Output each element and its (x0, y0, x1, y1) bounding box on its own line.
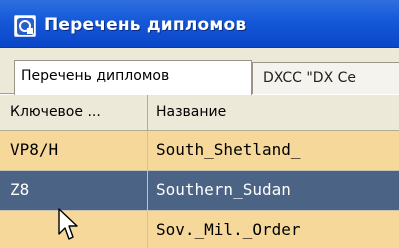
window-titlebar[interactable]: Перечень дипломов (0, 0, 399, 48)
tab-diploma-list[interactable]: Перечень дипломов (14, 60, 252, 95)
tab-dxcc[interactable]: DXCC "DX Ce (252, 62, 399, 94)
table-row-selected[interactable]: Z8 Southern_Sudan (0, 171, 399, 211)
cell-name[interactable]: South_Shetland_ (148, 131, 399, 171)
cell-key[interactable]: Z8 (0, 171, 148, 211)
cell-name[interactable]: Southern_Sudan (148, 171, 399, 211)
column-header-name[interactable]: Название (148, 95, 399, 131)
cell-key[interactable]: VP8/H (0, 131, 148, 171)
window-title: Перечень дипломов (44, 15, 247, 35)
app-window-icon[interactable] (14, 15, 36, 37)
cell-name[interactable]: Sov._Mil._Order (148, 211, 399, 248)
column-header-key[interactable]: Ключевое ... (0, 95, 148, 131)
table-row[interactable]: VP8/H South_Shetland_ (0, 131, 399, 171)
mouse-pointer-icon (58, 208, 78, 240)
